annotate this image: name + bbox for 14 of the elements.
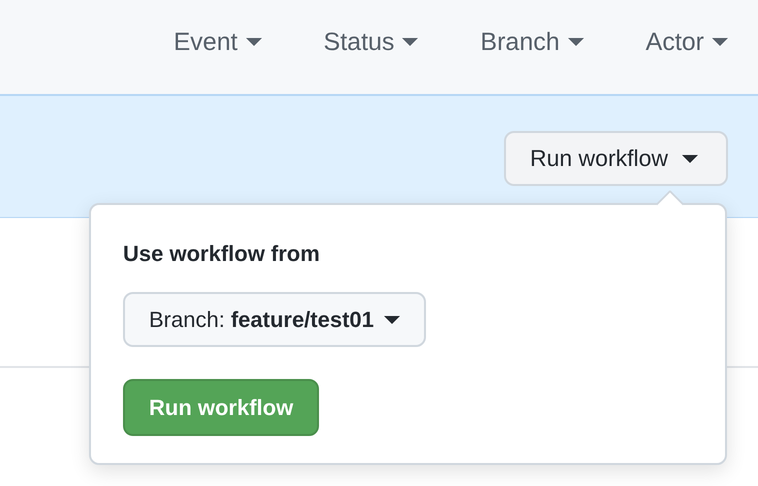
filter-dropdown[interactable]: Actor: [646, 28, 728, 66]
caret-icon: [402, 38, 418, 46]
filter-dropdown[interactable]: Status: [324, 28, 418, 66]
caret-icon: [682, 154, 698, 162]
run-workflow-submit-button[interactable]: Run workflow: [123, 379, 320, 436]
caret-icon: [384, 316, 400, 324]
filter-dropdown[interactable]: Event: [174, 28, 262, 66]
caret-icon: [712, 38, 728, 46]
popup-heading: Use workflow from: [123, 241, 320, 267]
branch-select[interactable]: Branch: feature/test01: [123, 292, 426, 347]
caret-icon: [568, 38, 584, 46]
run-workflow-button[interactable]: Run workflow: [504, 131, 728, 186]
caret-icon: [246, 38, 262, 46]
filter-dropdown[interactable]: Branch: [480, 28, 584, 66]
